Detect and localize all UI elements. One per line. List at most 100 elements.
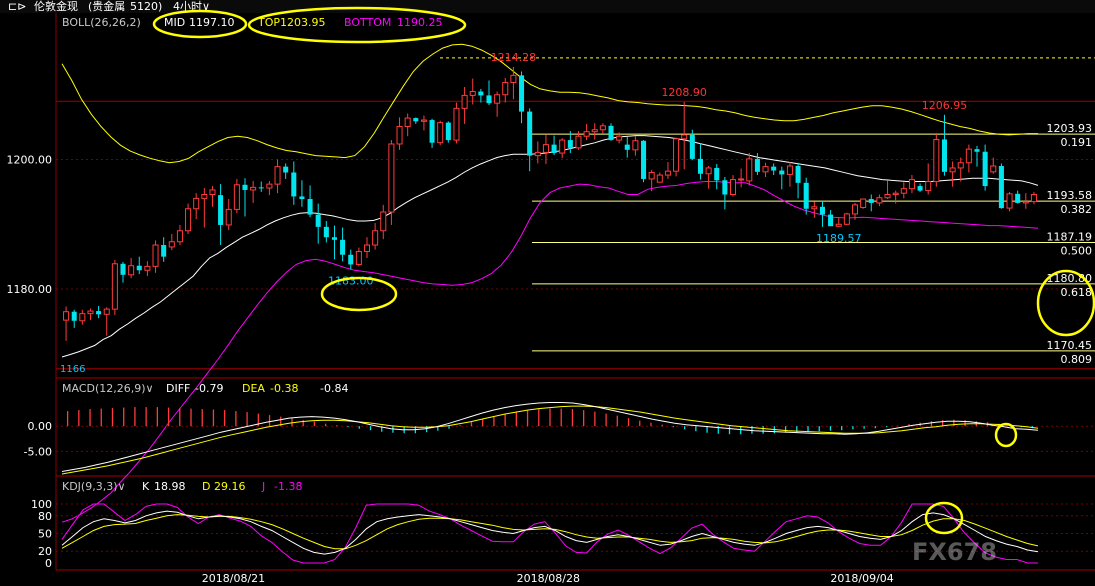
candle-body	[161, 245, 167, 257]
candle-body	[779, 170, 785, 175]
macd-hist-value: -0.84	[320, 382, 348, 395]
candle-body	[656, 174, 663, 183]
candle-body	[828, 214, 834, 227]
candle-body	[283, 166, 289, 173]
macd-diff-label: DIFF	[166, 382, 190, 395]
candle-body	[120, 263, 126, 275]
candle-body	[510, 74, 517, 83]
candle-body	[722, 180, 728, 195]
candle-body	[868, 199, 874, 203]
candle-body	[591, 129, 598, 133]
kdj-d-label: D	[202, 480, 210, 493]
candle-body	[819, 206, 825, 215]
candle-body	[583, 131, 590, 137]
chart-canvas: ⊏⊳ 伦敦金现 (贵金属 5120) 4小时∨ 1203.930.191 1193…	[0, 0, 1095, 585]
candle-body	[453, 107, 460, 141]
candle-body	[608, 125, 614, 141]
candle-body	[494, 94, 501, 104]
kdj-legend: KDJ(9,3,3)∨ K 18.98 D 29.16 J -1.38	[62, 480, 302, 493]
candle-body	[795, 166, 801, 183]
candle-body	[478, 91, 484, 96]
candle-body	[1015, 193, 1021, 203]
fib-price-label: 1170.45	[1047, 339, 1093, 352]
candle-body	[225, 208, 232, 226]
kdj-j-label: J	[261, 480, 265, 493]
candle-body	[664, 170, 671, 176]
candle-body	[413, 118, 419, 122]
macd-legend: MACD(12,26,9)∨ DIFF -0.79 DEA -0.38 -0.8…	[62, 382, 348, 395]
candle-body	[925, 181, 932, 192]
candle-body	[762, 166, 769, 173]
candle-body	[632, 140, 639, 151]
candle-body	[168, 241, 175, 248]
candle-body	[811, 206, 818, 210]
price-annotation: 1214.28	[491, 51, 537, 64]
candle-body	[445, 122, 451, 141]
candle-body	[933, 138, 940, 183]
candle-body	[738, 178, 745, 181]
candle-body	[388, 143, 395, 213]
boll-bottom-line	[61, 181, 1039, 523]
candle-body	[274, 166, 281, 185]
boll-mid-value: 1197.10	[189, 16, 235, 29]
y-tick-label: 1180.00	[7, 283, 53, 296]
fib-ratio-label: 0.191	[1061, 136, 1093, 149]
kdj-y-tick-label: 0	[45, 557, 52, 570]
candle-body	[79, 313, 86, 322]
candle-body	[746, 158, 753, 182]
candle-body	[786, 165, 793, 175]
candle-body	[486, 95, 492, 104]
candle-body	[396, 125, 403, 145]
candle-body	[705, 167, 712, 175]
candle-body	[681, 134, 688, 140]
instrument-title: 伦敦金现	[34, 0, 78, 13]
candle-body	[803, 182, 809, 209]
candle-body	[111, 263, 118, 310]
candle-body	[714, 167, 720, 181]
candle-body	[648, 171, 655, 180]
candle-body	[201, 193, 208, 199]
y-tick-label: 1200.00	[7, 154, 53, 167]
macd-y-tick-label: 0.00	[28, 420, 53, 433]
kdj-y-tick-label: 50	[38, 528, 52, 541]
back-icon[interactable]: ⊏⊳	[8, 0, 26, 13]
kdj-j-value: -1.38	[274, 480, 302, 493]
candle-body	[136, 265, 142, 271]
macd-indicator-label: MACD(12,26,9)∨	[62, 382, 154, 395]
candle-body	[258, 187, 264, 189]
candle-body	[876, 197, 883, 204]
title-bar-group: ⊏⊳ 伦敦金现 (贵金属 5120) 4小时∨	[0, 0, 1095, 13]
kdj-k-value: 18.98	[154, 480, 186, 493]
candle-body	[567, 140, 573, 148]
fibonacci-levels: 1203.930.1911193.580.3821187.190.5001180…	[532, 122, 1095, 366]
candle-body	[1006, 193, 1013, 209]
macd-diff-value: -0.79	[195, 382, 223, 395]
candle-body	[502, 81, 509, 96]
boll-top-value: 1203.95	[280, 16, 326, 29]
candle-body	[315, 214, 321, 227]
candle-body	[689, 134, 695, 159]
candle-body	[291, 172, 297, 197]
highlight-circles	[152, 6, 1095, 535]
candle-body	[348, 254, 354, 265]
fib-ratio-label: 0.382	[1061, 203, 1093, 216]
boll-mid-line	[61, 135, 1039, 358]
candle-body	[957, 162, 964, 169]
candle-body	[998, 166, 1004, 209]
candle-body	[843, 213, 850, 225]
boll-bottom-value: 1190.25	[397, 16, 443, 29]
fib-ratio-label: 0.618	[1061, 286, 1093, 299]
fib-ratio-label: 0.809	[1061, 353, 1093, 366]
kdj-indicator-label: KDJ(9,3,3)∨	[62, 480, 126, 493]
candle-body	[340, 239, 346, 255]
candle-body	[209, 189, 216, 195]
candle-body	[469, 91, 476, 96]
fib-price-label: 1187.19	[1047, 230, 1093, 243]
candle-body	[176, 230, 183, 243]
candle-body	[323, 226, 329, 238]
candle-body	[941, 139, 947, 172]
candle-body	[380, 211, 387, 232]
candle-body	[729, 179, 737, 195]
candle-body	[892, 192, 899, 195]
candle-body	[355, 250, 362, 265]
